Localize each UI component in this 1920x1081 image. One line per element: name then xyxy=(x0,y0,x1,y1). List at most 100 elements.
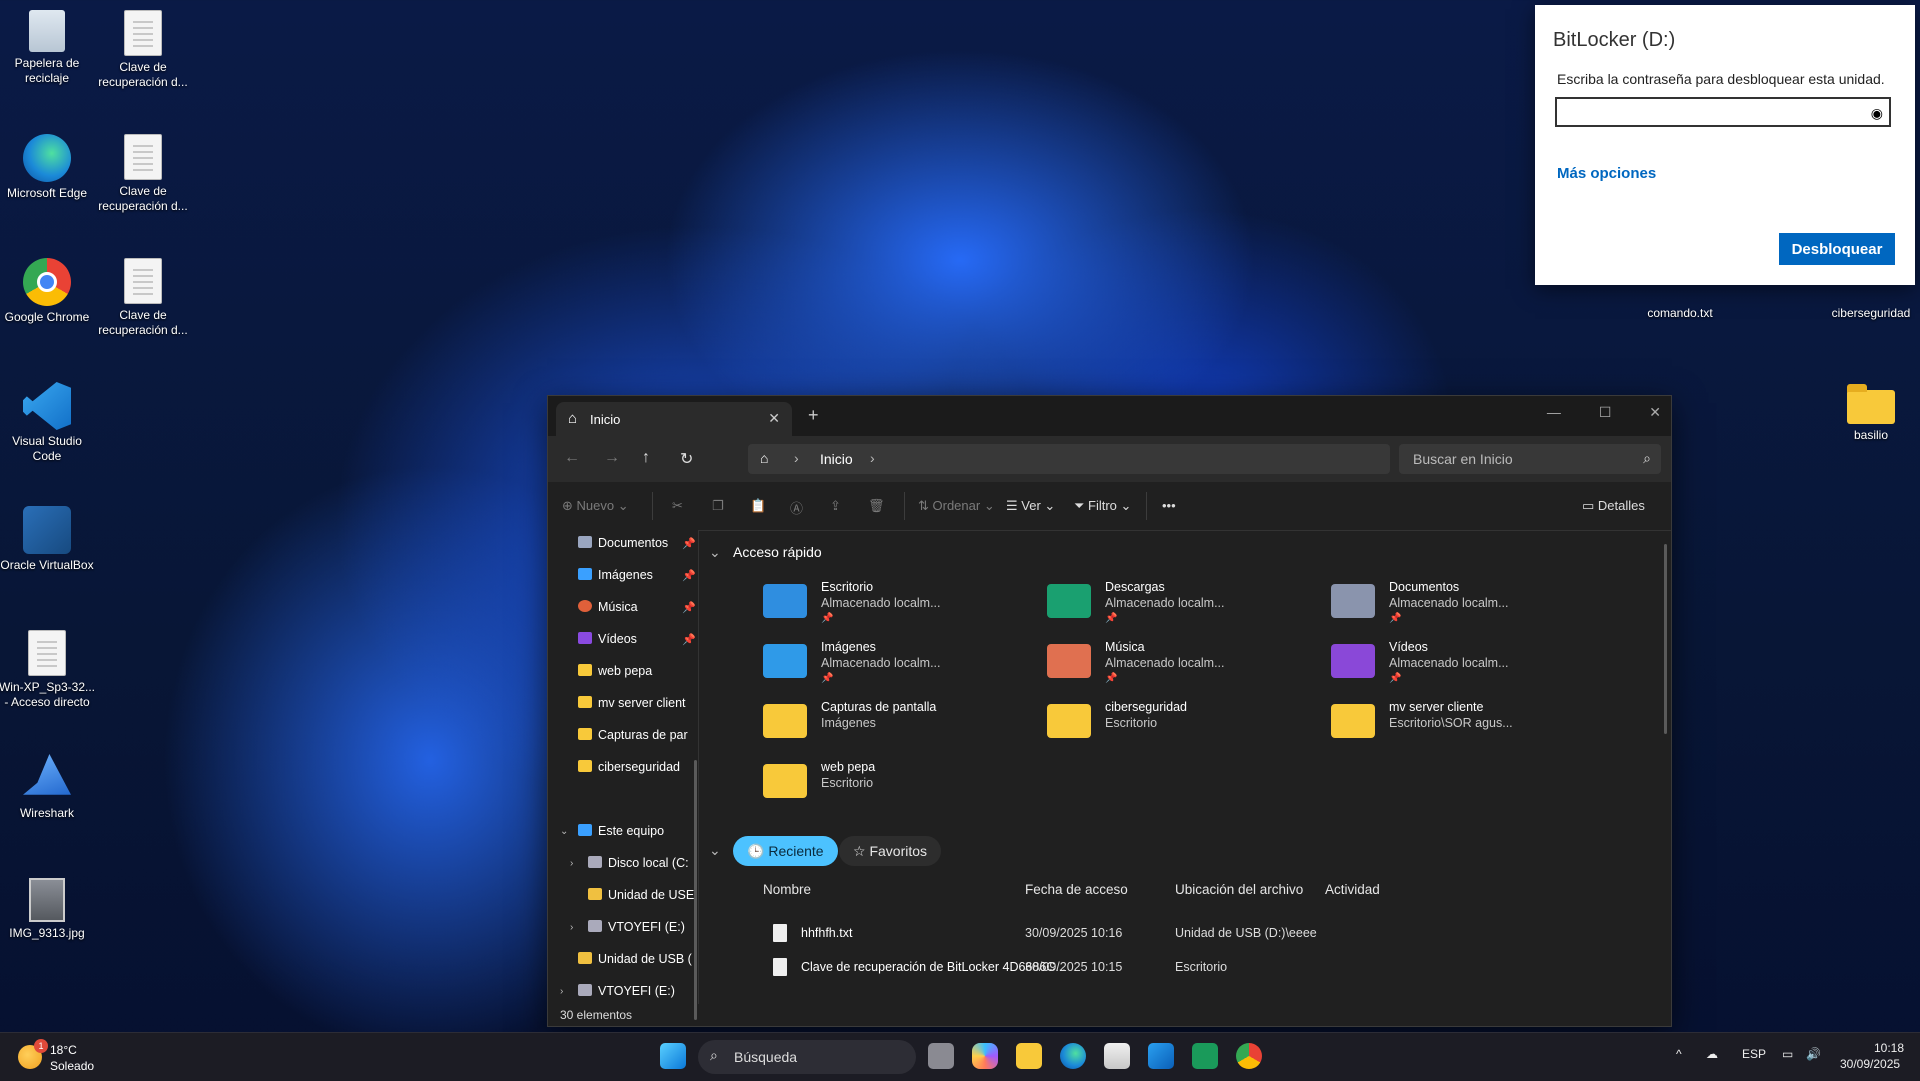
outlook-icon[interactable] xyxy=(1148,1043,1174,1069)
view-button[interactable]: ☰ Ver ⌄ xyxy=(1006,498,1055,514)
copilot-icon[interactable] xyxy=(972,1043,998,1069)
cloud-icon[interactable]: ☁ xyxy=(1706,1047,1718,1061)
paste-icon[interactable]: 📋 xyxy=(750,498,766,514)
unlock-button[interactable]: Desbloquear xyxy=(1779,233,1895,265)
sidebar-item-documentos[interactable]: Documentos 📌 xyxy=(578,536,696,562)
quick-access-item[interactable]: Documentos Almacenado localm... 📌 xyxy=(1331,580,1571,632)
refresh-icon[interactable]: ↻ xyxy=(680,449,693,469)
app-a-icon[interactable] xyxy=(1192,1043,1218,1069)
desktop-icon-basilio[interactable]: basilio xyxy=(1821,376,1920,443)
chevron-down-icon[interactable]: ⌄ xyxy=(709,544,721,561)
details-button[interactable]: ▭ Detalles xyxy=(1582,498,1645,514)
delete-icon[interactable]: 🗑 xyxy=(868,498,885,514)
desktop-icon-wireshark[interactable]: Wireshark xyxy=(0,748,97,821)
content-scrollbar[interactable] xyxy=(1664,544,1667,734)
desktop-icon-recycle-bin[interactable]: Papelera de reciclaje xyxy=(0,4,97,86)
sidebar-item-videos[interactable]: Vídeos 📌 xyxy=(578,632,696,658)
file-explorer-icon[interactable] xyxy=(1016,1043,1042,1069)
desktop-icon-edge[interactable]: Microsoft Edge xyxy=(0,128,97,201)
close-tab-icon[interactable]: ✕ xyxy=(768,410,780,427)
sort-button[interactable]: ⇅ Ordenar ⌄ xyxy=(918,498,995,514)
table-row[interactable]: hhfhfh.txt 30/09/2025 10:16 Unidad de US… xyxy=(699,920,1671,948)
taskbar-search[interactable]: ⌕ Búsqueda xyxy=(698,1040,916,1074)
network-icon[interactable]: ▭ xyxy=(1782,1047,1793,1061)
sidebar-item-disco-c[interactable]: Disco local (C: xyxy=(588,856,694,882)
show-hidden-icons[interactable]: ^ xyxy=(1676,1047,1682,1061)
sidebar-item-mv-server[interactable]: mv server client xyxy=(578,696,696,722)
edge-icon[interactable] xyxy=(1060,1043,1086,1069)
quick-access-item[interactable]: Escritorio Almacenado localm... 📌 xyxy=(763,580,1003,632)
chevron-down-icon[interactable]: ⌄ xyxy=(560,826,568,837)
up-icon[interactable]: ↑ xyxy=(642,449,650,467)
chevron-right-icon[interactable]: › xyxy=(560,986,563,997)
maximize-icon[interactable]: ☐ xyxy=(1599,404,1612,420)
sidebar-scrollbar[interactable] xyxy=(694,760,697,1020)
column-header-date[interactable]: Fecha de acceso xyxy=(1025,882,1128,897)
new-tab-icon[interactable]: + xyxy=(808,405,819,426)
quick-access-item[interactable]: Descargas Almacenado localm... 📌 xyxy=(1047,580,1287,632)
quick-access-item[interactable]: mv server cliente Escritorio\SOR agus... xyxy=(1331,700,1571,752)
forward-icon[interactable]: → xyxy=(604,449,620,467)
task-view-icon[interactable] xyxy=(928,1043,954,1069)
copy-icon[interactable]: ❐ xyxy=(712,498,724,514)
more-options-link[interactable]: Más opciones xyxy=(1557,165,1656,182)
desktop-icon-image[interactable]: IMG_9313.jpg xyxy=(0,872,97,941)
tab-inicio[interactable]: ⌂ Inicio ✕ xyxy=(556,402,792,436)
sidebar-item-usb-d-2[interactable]: Unidad de USB ( xyxy=(578,952,696,978)
chevron-right-icon[interactable]: › xyxy=(570,922,573,933)
quick-access-item[interactable]: Capturas de pantalla Imágenes xyxy=(763,700,1003,752)
sidebar-item-usb-d[interactable]: Unidad de USE xyxy=(588,888,694,914)
chevron-right-icon[interactable]: › xyxy=(570,858,573,869)
desktop-icon-vscode[interactable]: Visual Studio Code xyxy=(0,376,97,464)
sidebar-item-ciberseguridad[interactable]: ciberseguridad xyxy=(578,760,696,786)
chrome-icon[interactable] xyxy=(1236,1043,1262,1069)
desktop-icon-virtualbox[interactable]: Oracle VirtualBox xyxy=(0,500,97,573)
sidebar-item-imagenes[interactable]: Imágenes 📌 xyxy=(578,568,696,594)
language-indicator[interactable]: ESP xyxy=(1742,1047,1766,1061)
cut-icon[interactable]: ✂ xyxy=(672,498,683,514)
desktop-icon-winxp-shortcut[interactable]: Win-XP_Sp3-32... - Acceso directo xyxy=(0,624,97,710)
back-icon[interactable]: ← xyxy=(564,449,580,467)
quick-access-item[interactable]: web pepa Escritorio xyxy=(763,760,1003,812)
desktop-icon-chrome[interactable]: Google Chrome xyxy=(0,252,97,325)
desktop-icon-recovery-key-1[interactable]: Clave de recuperación d... xyxy=(93,4,193,90)
table-row[interactable]: Clave de recuperación de BitLocker 4D668… xyxy=(699,954,1671,982)
sidebar-item-musica[interactable]: Música 📌 xyxy=(578,600,696,626)
quick-access-item[interactable]: Imágenes Almacenado localm... 📌 xyxy=(763,640,1003,692)
more-icon[interactable]: ••• xyxy=(1162,498,1176,513)
store-icon[interactable] xyxy=(1104,1043,1130,1069)
chevron-down-icon[interactable]: ⌄ xyxy=(709,842,721,859)
password-input[interactable]: ◉ xyxy=(1555,97,1891,127)
rename-icon[interactable]: Ⓐ xyxy=(790,498,803,517)
column-header-name[interactable]: Nombre xyxy=(763,882,811,897)
sidebar-item-vtoyefi[interactable]: VTOYEFI (E:) xyxy=(588,920,694,946)
column-header-activity[interactable]: Actividad xyxy=(1325,882,1380,897)
sidebar-item-este-equipo[interactable]: Este equipo xyxy=(578,824,696,850)
home-icon[interactable]: ⌂ xyxy=(760,450,768,466)
filter-favorites-button[interactable]: ☆ Favoritos xyxy=(839,836,942,866)
filter-button[interactable]: ⏷ Filtro ⌄ xyxy=(1074,498,1131,514)
volume-icon[interactable]: 🔊 xyxy=(1806,1047,1821,1061)
quick-access-item[interactable]: ciberseguridad Escritorio xyxy=(1047,700,1287,752)
breadcrumb[interactable]: Inicio xyxy=(820,451,853,467)
clock-date[interactable]: 30/09/2025 xyxy=(1840,1057,1900,1071)
minimize-icon[interactable]: — xyxy=(1547,404,1561,420)
quick-access-heading[interactable]: Acceso rápido xyxy=(733,544,822,560)
new-button[interactable]: ⊕ Nuevo ⌄ xyxy=(562,498,629,514)
reveal-password-icon[interactable]: ◉ xyxy=(1871,105,1883,122)
sidebar-item-capturas[interactable]: Capturas de par xyxy=(578,728,696,754)
close-window-icon[interactable]: ✕ xyxy=(1649,404,1661,420)
search-input[interactable]: Buscar en Inicio ⌕ xyxy=(1399,444,1661,474)
filter-recent-button[interactable]: 🕒 Reciente xyxy=(733,836,838,866)
desktop-icon-recovery-key-2[interactable]: Clave de recuperación d... xyxy=(93,128,193,214)
address-bar[interactable]: ⌂ › Inicio › xyxy=(748,444,1390,474)
chevron-right-icon[interactable]: › xyxy=(870,450,875,466)
clock-time[interactable]: 10:18 xyxy=(1874,1041,1904,1055)
desktop-icon-recovery-key-3[interactable]: Clave de recuperación d... xyxy=(93,252,193,338)
share-icon[interactable]: ⇪ xyxy=(830,498,841,514)
column-header-location[interactable]: Ubicación del archivo xyxy=(1175,882,1303,897)
start-icon[interactable] xyxy=(660,1043,686,1069)
sidebar-item-web-pepa[interactable]: web pepa xyxy=(578,664,696,690)
quick-access-item[interactable]: Vídeos Almacenado localm... 📌 xyxy=(1331,640,1571,692)
quick-access-item[interactable]: Música Almacenado localm... 📌 xyxy=(1047,640,1287,692)
